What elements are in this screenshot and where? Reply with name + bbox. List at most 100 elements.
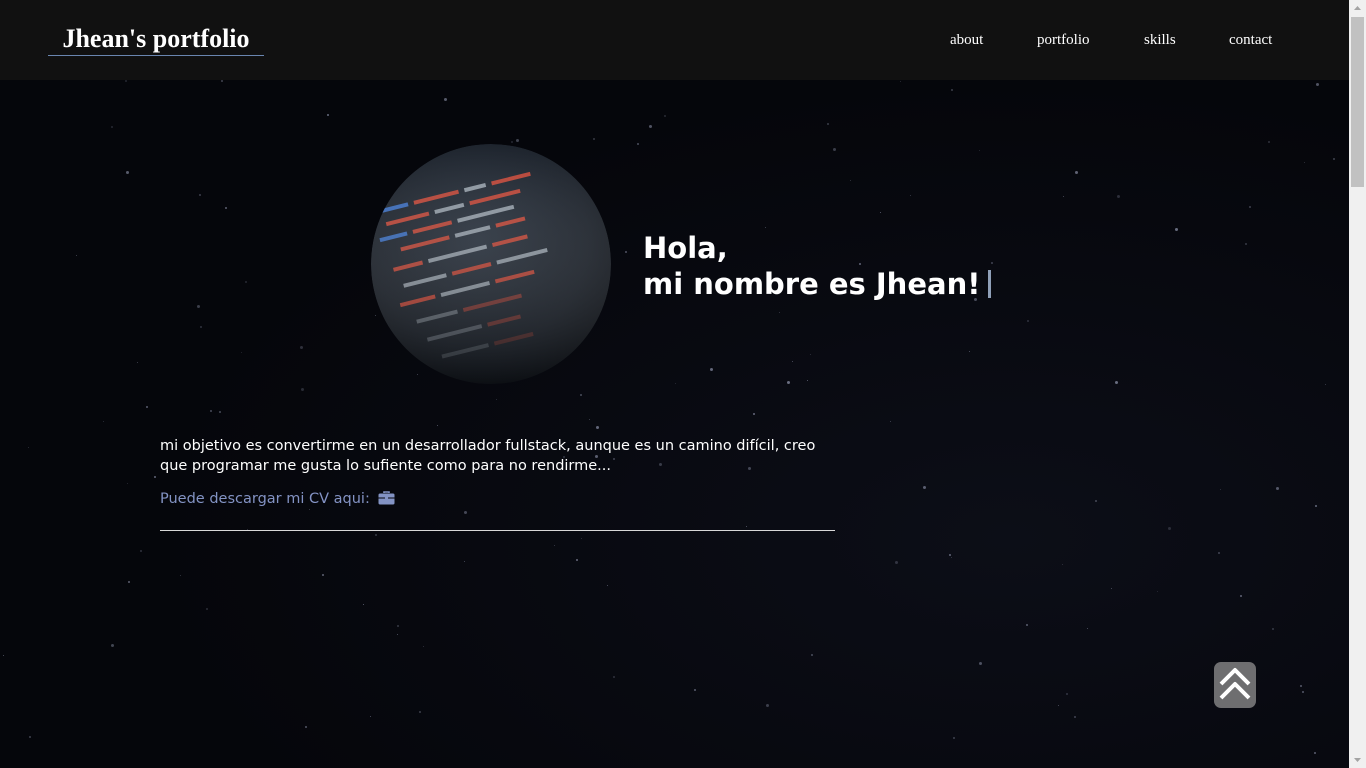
star-dot (810, 354, 811, 355)
section-divider (160, 530, 835, 531)
star-dot (1316, 83, 1319, 86)
star-dot (753, 413, 755, 415)
nav-link-skills[interactable]: skills (1144, 30, 1176, 50)
star-dot (1027, 320, 1029, 322)
star-dot (1087, 628, 1088, 629)
cv-download-link[interactable]: Puede descargar mi CV aqui: (160, 489, 395, 511)
star-dot (241, 352, 242, 353)
star-dot (613, 676, 615, 678)
briefcase-icon[interactable] (378, 491, 395, 511)
star-dot (625, 251, 627, 253)
double-chevron-up-icon (1219, 668, 1251, 700)
star-dot (827, 123, 829, 125)
star-dot (375, 315, 376, 316)
star-dot (210, 410, 212, 412)
star-dot (953, 737, 955, 739)
back-to-top-button[interactable] (1214, 662, 1256, 708)
star-dot (1066, 693, 1068, 695)
objective-text: mi objetivo es convertirme en un desarro… (160, 438, 816, 474)
star-dot (199, 194, 201, 196)
nav-link-portfolio[interactable]: portfolio (1037, 30, 1090, 50)
vertical-scrollbar[interactable] (1349, 0, 1366, 768)
star-dot (464, 511, 467, 514)
greeting-line-2: mi nombre es Jhean! (643, 267, 981, 301)
scroll-down-arrow-icon[interactable] (1349, 751, 1366, 768)
star-dot (746, 526, 747, 527)
star-dot (197, 305, 200, 308)
greeting-heading: Hola, mi nombre es Jhean! (643, 230, 992, 302)
star-dot (649, 125, 652, 128)
star-dot (154, 476, 156, 478)
star-dot (1062, 564, 1063, 565)
star-dot (596, 426, 599, 429)
star-dot (180, 575, 181, 576)
star-dot (1074, 716, 1076, 718)
star-dot (397, 634, 398, 635)
scroll-up-arrow-icon[interactable] (1349, 0, 1366, 17)
star-dot (1333, 158, 1335, 160)
profile-image (371, 144, 611, 384)
star-dot (765, 227, 766, 228)
star-dot (951, 557, 952, 558)
star-dot (437, 425, 438, 426)
star-dot (576, 559, 578, 561)
star-dot (305, 726, 307, 728)
star-dot (900, 81, 901, 82)
star-dot (127, 483, 128, 484)
nav-link-about[interactable]: about (950, 30, 983, 50)
brand-title[interactable]: Jhean's portfolio (48, 22, 264, 56)
star-dot (397, 625, 399, 627)
star-dot (951, 89, 953, 91)
star-dot (300, 346, 303, 349)
star-dot (1314, 752, 1316, 754)
star-dot (111, 126, 113, 128)
star-dot (225, 207, 227, 209)
star-dot (464, 561, 465, 562)
star-dot (146, 406, 148, 408)
star-dot (1115, 381, 1118, 384)
star-dot (301, 388, 304, 391)
star-dot (375, 534, 377, 536)
star-dot (1268, 141, 1270, 143)
star-dot (125, 80, 127, 82)
star-dot (589, 419, 590, 420)
star-dot (245, 281, 247, 283)
star-dot (811, 654, 813, 656)
typing-cursor (988, 270, 992, 298)
star-dot (949, 554, 951, 556)
star-dot (1245, 243, 1247, 245)
star-dot (1325, 384, 1326, 385)
star-dot (1157, 591, 1158, 592)
greeting-line-1: Hola, (643, 231, 728, 265)
star-dot (554, 545, 555, 546)
star-dot (370, 716, 371, 717)
star-dot (327, 114, 329, 116)
star-dot (675, 383, 676, 384)
star-dot (979, 662, 982, 665)
star-dot (1175, 228, 1178, 231)
star-dot (779, 312, 780, 313)
star-dot (76, 255, 77, 256)
star-dot (792, 361, 793, 362)
star-dot (807, 380, 808, 381)
star-dot (28, 447, 29, 448)
star-dot (766, 704, 769, 707)
nav-link-contact[interactable]: contact (1229, 30, 1272, 50)
star-dot (1315, 505, 1317, 507)
star-dot (910, 195, 911, 196)
star-dot (363, 604, 364, 605)
star-dot (664, 115, 666, 117)
scrollbar-thumb[interactable] (1351, 17, 1364, 187)
star-dot (417, 374, 418, 375)
star-dot (833, 148, 836, 151)
star-dot (969, 351, 970, 352)
star-dot (1276, 487, 1279, 490)
star-dot (880, 212, 881, 213)
star-dot (1272, 628, 1274, 630)
star-dot (1058, 705, 1059, 706)
star-dot (322, 574, 324, 576)
star-dot (1111, 588, 1112, 589)
star-dot (1220, 489, 1221, 490)
star-dot (1075, 171, 1078, 174)
star-dot (895, 561, 898, 564)
